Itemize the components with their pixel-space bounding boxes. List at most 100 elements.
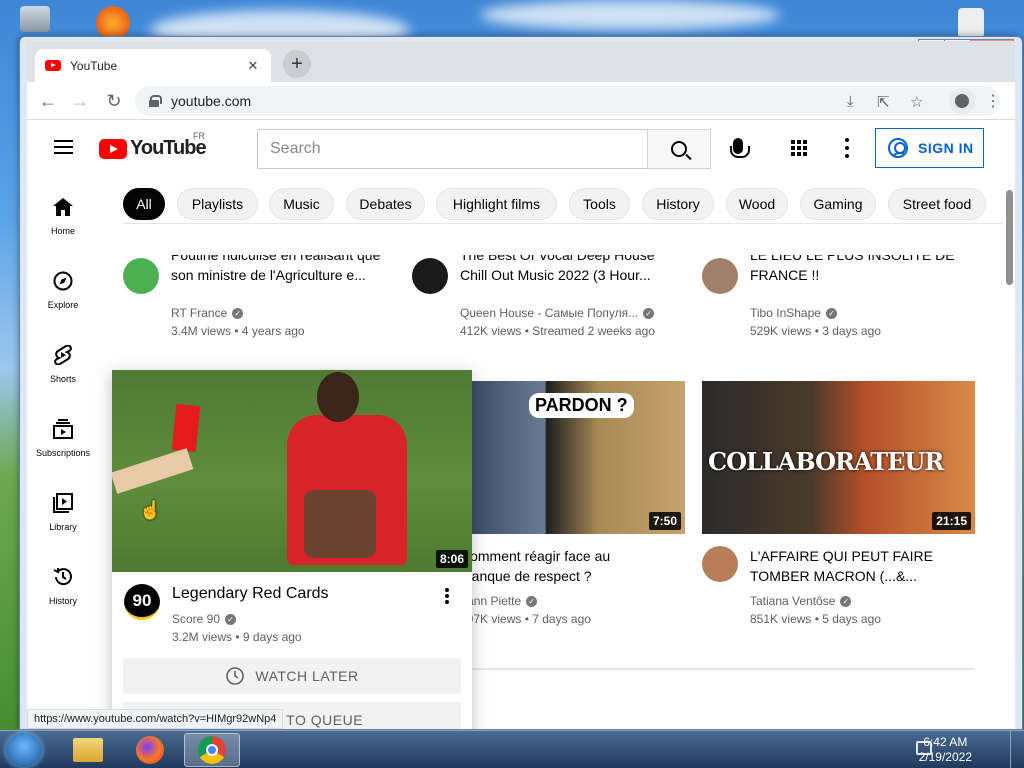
install-app-icon[interactable]: ⤓ bbox=[847, 93, 854, 110]
sidebar-item-explore[interactable]: Explore bbox=[27, 270, 99, 310]
video-title[interactable]: L'AFFAIRE QUI PEUT FAIRE TOMBER MACRON (.… bbox=[750, 546, 970, 586]
verified-check-icon: ✓ bbox=[225, 614, 237, 626]
chip-history[interactable]: History bbox=[642, 188, 714, 220]
tab-youtube[interactable]: YouTube ✕ bbox=[35, 49, 271, 82]
verified-check-icon: ✓ bbox=[825, 308, 837, 320]
chip-gaming[interactable]: Gaming bbox=[800, 188, 876, 220]
firefox-desktop-icon[interactable] bbox=[96, 6, 130, 40]
address-bar[interactable]: youtube.com ⤓ ⇱ ☆ bbox=[135, 86, 1000, 116]
chip-playlists[interactable]: Playlists bbox=[177, 188, 258, 220]
channel-avatar-tibo-inshape[interactable] bbox=[702, 258, 738, 294]
share-icon[interactable]: ⇱ bbox=[877, 93, 890, 111]
tab-strip: YouTube ✕ + bbox=[27, 41, 1015, 82]
video-title[interactable]: Comment réagir face au manque de respect … bbox=[460, 546, 680, 586]
channel-name[interactable]: RT France ✓ bbox=[171, 304, 244, 322]
video-meta: 3.2M views • 9 days ago bbox=[172, 630, 302, 644]
search-button[interactable] bbox=[647, 129, 711, 169]
video-title[interactable]: LE LIEU LE PLUS INSOLITE DE FRANCE !! bbox=[750, 255, 970, 295]
taskbar-firefox[interactable] bbox=[122, 733, 178, 767]
video-thumbnail[interactable]: COLLABORATEUR 21:15 bbox=[702, 381, 975, 534]
youtube-play-icon bbox=[99, 138, 127, 159]
clock-time: 6:42 AM bbox=[923, 735, 968, 749]
thumbnail-caption: PARDON ? bbox=[529, 393, 634, 418]
sign-in-button[interactable]: SIGN IN bbox=[875, 128, 984, 168]
show-desktop-button[interactable] bbox=[1010, 731, 1024, 768]
profile-avatar-icon[interactable] bbox=[949, 88, 975, 114]
chip-debates[interactable]: Debates bbox=[346, 188, 425, 220]
system-clock[interactable]: 6:42 AM 2/19/2022 bbox=[919, 735, 972, 765]
sidebar-label-shorts: Shorts bbox=[49, 374, 76, 384]
shorts-icon bbox=[52, 344, 74, 366]
verified-check-icon: ✓ bbox=[840, 596, 852, 608]
sidebar-label-subscriptions: Subscriptions bbox=[35, 448, 91, 458]
channel-avatar-tatiana[interactable] bbox=[702, 546, 738, 582]
verified-check-icon: ✓ bbox=[526, 596, 538, 608]
taskbar-chrome[interactable] bbox=[184, 733, 240, 767]
chrome-icon bbox=[198, 736, 226, 764]
channel-name[interactable]: Tatiana Ventôse ✓ bbox=[750, 592, 852, 610]
search-icon bbox=[671, 141, 687, 157]
chip-tools[interactable]: Tools bbox=[569, 188, 630, 220]
recycle-bin-icon[interactable] bbox=[20, 6, 50, 32]
video-thumbnail[interactable]: PARDON ? 7:50 bbox=[469, 381, 685, 534]
chip-music[interactable]: Music bbox=[269, 188, 334, 220]
thumbnail-caption: COLLABORATEUR bbox=[708, 447, 944, 476]
chip-all[interactable]: All bbox=[123, 188, 165, 220]
page-scrollbar[interactable] bbox=[1006, 190, 1013, 285]
video-title[interactable]: Poutine ridiculise en realisant que son m… bbox=[171, 255, 391, 295]
firefox-icon bbox=[136, 736, 164, 764]
verified-check-icon: ✓ bbox=[643, 308, 655, 320]
search-placeholder: Search bbox=[270, 140, 321, 157]
sign-in-label: SIGN IN bbox=[918, 140, 974, 156]
video-thumbnail[interactable]: 8:06 bbox=[112, 370, 472, 572]
sidebar-item-home[interactable]: Home bbox=[27, 196, 99, 236]
youtube-page: YouTube FR Search SIGN IN Home Explore S… bbox=[27, 120, 1015, 729]
chrome-menu-icon[interactable]: ⋮ bbox=[985, 91, 1001, 111]
channel-avatar-rt-france[interactable] bbox=[123, 258, 159, 294]
watch-later-button[interactable]: WATCH LATER bbox=[123, 658, 461, 694]
chip-highlight-films[interactable]: Highlight films bbox=[436, 188, 557, 220]
chip-street-food[interactable]: Street food bbox=[888, 188, 986, 220]
chip-wood[interactable]: Wood bbox=[726, 188, 788, 220]
channel-name[interactable]: Tibo InShape ✓ bbox=[750, 304, 837, 322]
youtube-favicon-icon bbox=[45, 60, 61, 71]
tab-title: YouTube bbox=[70, 58, 118, 73]
lock-icon bbox=[149, 95, 162, 107]
status-bar-url: https://www.youtube.com/watch?v=HIMgr92w… bbox=[27, 709, 284, 729]
apps-grid-icon[interactable] bbox=[791, 140, 807, 156]
channel-avatar-queen-house[interactable] bbox=[412, 258, 448, 294]
settings-more-icon[interactable] bbox=[845, 138, 849, 158]
video-title[interactable]: The Best Of Vocal Deep House Chill Out Mu… bbox=[460, 255, 680, 295]
sidebar-item-shorts[interactable]: Shorts bbox=[27, 344, 99, 384]
video-meta: 851K views • 5 days ago bbox=[750, 612, 881, 626]
forward-arrow-icon[interactable]: → bbox=[69, 91, 91, 111]
close-tab-icon[interactable]: ✕ bbox=[245, 58, 261, 74]
start-button[interactable] bbox=[6, 733, 42, 767]
channel-avatar-score90[interactable]: 90 bbox=[124, 584, 160, 620]
channel-name[interactable]: Queen House - Самые Популя... ✓ bbox=[460, 304, 655, 322]
channel-name[interactable]: Score 90 ✓ bbox=[172, 610, 237, 628]
more-actions-icon[interactable] bbox=[445, 588, 449, 604]
sidebar-item-history[interactable]: History bbox=[27, 566, 99, 606]
verified-check-icon: ✓ bbox=[232, 308, 244, 320]
menu-hamburger-icon[interactable] bbox=[54, 140, 73, 154]
duration-badge: 8:06 bbox=[435, 550, 468, 568]
sidebar-label-history: History bbox=[48, 596, 77, 606]
video-meta: 3.4M views • 4 years ago bbox=[171, 324, 305, 338]
clock-icon bbox=[226, 667, 245, 685]
hover-video-title[interactable]: Legendary Red Cards bbox=[172, 585, 329, 603]
reload-icon[interactable]: ↻ bbox=[103, 91, 125, 111]
taskbar-explorer[interactable] bbox=[60, 733, 116, 767]
folder-icon bbox=[73, 738, 103, 762]
desktop-file-icon[interactable] bbox=[958, 8, 984, 38]
sidebar-item-subscriptions[interactable]: Subscriptions bbox=[27, 418, 99, 458]
bookmark-star-icon[interactable]: ☆ bbox=[910, 93, 923, 111]
video-hover-preview[interactable]: 8:06 90 Legendary Red Cards Score 90 ✓ 3.… bbox=[112, 370, 472, 729]
section-divider bbox=[469, 668, 975, 670]
sidebar-item-library[interactable]: Library bbox=[27, 492, 99, 532]
back-arrow-icon[interactable]: ← bbox=[37, 91, 59, 111]
youtube-logo[interactable]: YouTube bbox=[99, 137, 207, 160]
microphone-icon[interactable] bbox=[730, 138, 750, 158]
search-input[interactable]: Search bbox=[257, 129, 648, 169]
new-tab-button[interactable]: + bbox=[283, 50, 311, 78]
